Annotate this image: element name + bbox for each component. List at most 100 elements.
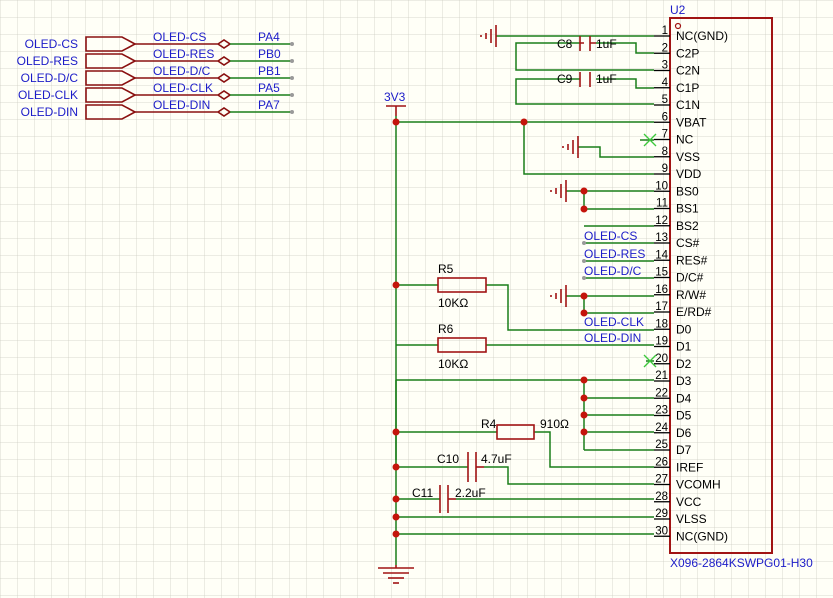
capacitor-c8[interactable]: C8 1uF [557, 36, 617, 51]
pin-number: 28 [655, 491, 668, 503]
c8-value: 1uF [596, 37, 617, 51]
pin-number: 27 [655, 474, 668, 486]
pin-number: 16 [655, 284, 668, 296]
capacitor-c9[interactable]: C9 1uF [557, 72, 617, 87]
pin-number: 20 [655, 353, 668, 365]
pin-number: 7 [662, 129, 668, 141]
pin-name: NC [676, 133, 694, 147]
chip-pin[interactable]: 7 NC [654, 129, 694, 147]
pin-number: 25 [655, 439, 668, 451]
resistor-r5[interactable]: R5 10KΩ [437, 262, 487, 310]
ground-symbol-vss [562, 136, 579, 158]
pin-name: D/C# [676, 271, 704, 285]
net-label-res: OLED-RES [584, 247, 645, 261]
chip-pin[interactable]: 21 D3 [654, 370, 692, 388]
pin-number: 18 [655, 318, 668, 330]
pin-number: 29 [655, 508, 668, 520]
chip-pin[interactable]: 18 D0 [654, 318, 692, 336]
chip-pin[interactable]: 19 D1 [654, 336, 692, 354]
c9-value: 1uF [596, 72, 617, 86]
pin-number: 6 [662, 111, 668, 123]
net-label-din: OLED-DIN [584, 331, 641, 345]
r4-value: 910Ω [540, 417, 569, 431]
pin-name: VCC [676, 495, 702, 509]
power-3v3-label: 3V3 [384, 90, 406, 104]
port-terminal [290, 93, 294, 97]
net-label-cs: OLED-CS [584, 229, 637, 243]
c11-ref: C11 [412, 486, 433, 500]
port-pin: PB1 [258, 64, 281, 78]
pin-name: R/W# [676, 288, 706, 302]
net-label-dc: OLED-D/C [584, 264, 642, 278]
chip-pin[interactable]: 16 R/W# [654, 284, 706, 302]
chip-pin[interactable]: 4 C1P [654, 77, 699, 95]
chip-pin[interactable]: 9 VDD [654, 163, 702, 181]
pin-name: D4 [676, 391, 692, 405]
ground-symbol-bs [550, 180, 567, 202]
chip-pin[interactable]: 22 D4 [654, 387, 692, 405]
chip-part-number: X096-2864KSWPG01-H30 [670, 556, 813, 570]
pin-name: E/RD# [676, 305, 712, 319]
port-shape [85, 36, 137, 52]
pin-number: 24 [655, 422, 668, 434]
port-name: OLED-CS [25, 37, 78, 51]
chip-pin[interactable]: 6 VBAT [654, 111, 707, 129]
pin-name: BS1 [676, 202, 699, 216]
pin-name: C1P [676, 81, 699, 95]
chip-pin[interactable]: 13 CS# [654, 232, 700, 250]
junctions [392, 118, 588, 538]
chip-pin[interactable]: 26 IREF [654, 456, 703, 474]
port-terminal [290, 110, 294, 114]
pin-number: 3 [662, 60, 668, 72]
pin-name: RES# [676, 253, 708, 267]
chip-pin[interactable]: 12 BS2 [654, 215, 699, 233]
port-label: OLED-DIN [153, 98, 210, 112]
chip-pin[interactable]: 11 BS1 [654, 198, 699, 216]
chip-pin[interactable]: 25 D7 [654, 439, 692, 457]
pin-name: CS# [676, 236, 700, 250]
chip-designator: U2 [670, 3, 686, 17]
pin-name: D1 [676, 340, 692, 354]
chip-pin[interactable]: 30 NC(GND) [654, 525, 728, 543]
pin-number: 30 [655, 525, 668, 537]
chip-pin[interactable]: 14 RES# [654, 249, 708, 267]
port-label: OLED-CLK [153, 81, 213, 95]
pin-number: 22 [655, 387, 668, 399]
r4-ref: R4 [481, 417, 497, 431]
port-name: OLED-RES [17, 54, 78, 68]
chip-pin[interactable]: 27 VCOMH [654, 474, 721, 492]
chip-pin[interactable]: 23 D5 [654, 405, 692, 423]
capacitor-c11[interactable]: C11 2.2uF [412, 485, 486, 513]
chip-pin[interactable]: 24 D6 [654, 422, 692, 440]
resistor-r6[interactable]: R6 10KΩ [437, 322, 487, 371]
chip-pin[interactable]: 20 D2 [654, 353, 692, 371]
pin-number: 15 [655, 267, 668, 279]
pin-number: 13 [655, 232, 668, 244]
port-name: OLED-DIN [21, 105, 78, 119]
pin-number: 8 [662, 146, 668, 158]
resistor-r4[interactable]: R4 910Ω [481, 417, 569, 440]
pin-name: C2P [676, 46, 699, 60]
chip-pin[interactable]: 15 D/C# [654, 267, 704, 285]
chip-pin[interactable]: 8 VSS [654, 146, 700, 164]
pin-name: VSS [676, 150, 700, 164]
pin-name: D3 [676, 374, 692, 388]
c10-value: 4.7uF [481, 452, 512, 466]
r5-ref: R5 [438, 262, 454, 276]
chip-pin[interactable]: 5 C1N [654, 94, 700, 112]
pin-name: VLSS [676, 512, 707, 526]
chip-pin[interactable]: 17 E/RD# [654, 301, 712, 319]
chip-u2[interactable]: U2 X096-2864KSWPG01-H30 1 NC(GND) 2 C2P 3 C2N… [654, 3, 813, 570]
chip-pin[interactable]: 10 BS0 [654, 180, 699, 198]
wires [395, 35, 654, 565]
pin-name: BS2 [676, 219, 699, 233]
port-terminal [290, 42, 294, 46]
chip-pin[interactable]: 29 VLSS [654, 508, 707, 526]
net-labels: OLED-CS OLED-RES OLED-D/C OLED-CLK OLED-… [584, 229, 645, 345]
chip-pin[interactable]: 1 NC(GND) [654, 25, 728, 43]
chip-pin[interactable]: 3 C2N [654, 60, 700, 78]
r5-value: 10KΩ [438, 296, 468, 310]
chip-pin[interactable]: 28 VCC [654, 491, 702, 509]
chip-pin[interactable]: 2 C2P [654, 42, 699, 60]
no-connect-pin20 [643, 354, 657, 368]
